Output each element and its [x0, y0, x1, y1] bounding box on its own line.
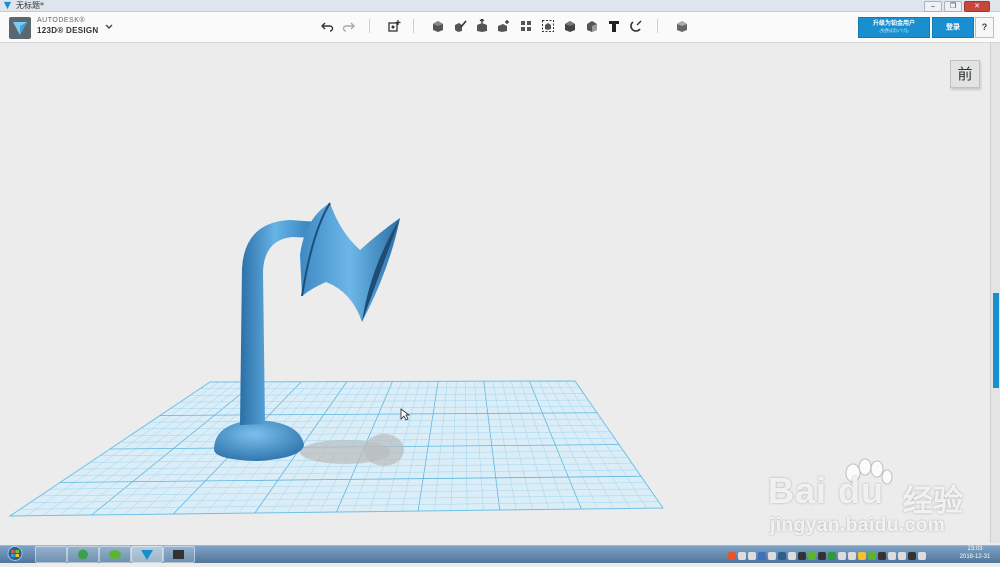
clock-date: 2018-12-31: [959, 554, 991, 560]
right-panel-edge: [990, 43, 1000, 543]
browser-icon: [78, 549, 88, 560]
tray-icon[interactable]: [918, 552, 926, 560]
tray-icon[interactable]: [878, 552, 886, 560]
tray-icon[interactable]: [818, 552, 826, 560]
viewcube[interactable]: 前: [950, 60, 980, 88]
tray-icon[interactable]: [748, 552, 756, 560]
123d-icon: [141, 550, 153, 560]
tray-icon[interactable]: [728, 552, 736, 560]
tray-icon[interactable]: [888, 552, 896, 560]
system-tray: [728, 547, 950, 560]
tray-icon[interactable]: [738, 552, 746, 560]
tray-icon[interactable]: [838, 552, 846, 560]
tray-icon[interactable]: [768, 552, 776, 560]
tray-icon[interactable]: [868, 552, 876, 560]
lamp-horn: [300, 203, 400, 322]
tray-icon[interactable]: [778, 552, 786, 560]
tray-icon[interactable]: [788, 552, 796, 560]
tray-icon[interactable]: [848, 552, 856, 560]
clock-time: 23:03: [967, 546, 983, 552]
taskbar-app-icon[interactable]: [163, 546, 195, 563]
tray-icon[interactable]: [798, 552, 806, 560]
taskbar-browser-icon[interactable]: [67, 546, 99, 563]
watermark-brand: Bai du: [768, 470, 885, 511]
app-window-icon: [173, 550, 184, 559]
tray-icon[interactable]: [828, 552, 836, 560]
taskbar-clock[interactable]: 23:03 2018-12-31: [952, 545, 998, 561]
model-shadow-2: [364, 434, 404, 466]
tray-icon[interactable]: [758, 552, 766, 560]
taskbar-wechat-icon[interactable]: [99, 546, 131, 563]
tray-icon[interactable]: [808, 552, 816, 560]
wechat-icon: [109, 550, 121, 559]
taskbar-windows-icon[interactable]: [35, 546, 67, 563]
tray-icon[interactable]: [908, 552, 916, 560]
watermark-url: jingyan.baidu.com: [770, 515, 946, 536]
tray-icon[interactable]: [858, 552, 866, 560]
taskbar-123d-icon[interactable]: [131, 546, 163, 563]
start-button[interactable]: [4, 546, 26, 561]
side-panel-tab[interactable]: [993, 293, 999, 388]
tray-icon[interactable]: [898, 552, 906, 560]
watermark-cn: 经验: [903, 484, 963, 519]
